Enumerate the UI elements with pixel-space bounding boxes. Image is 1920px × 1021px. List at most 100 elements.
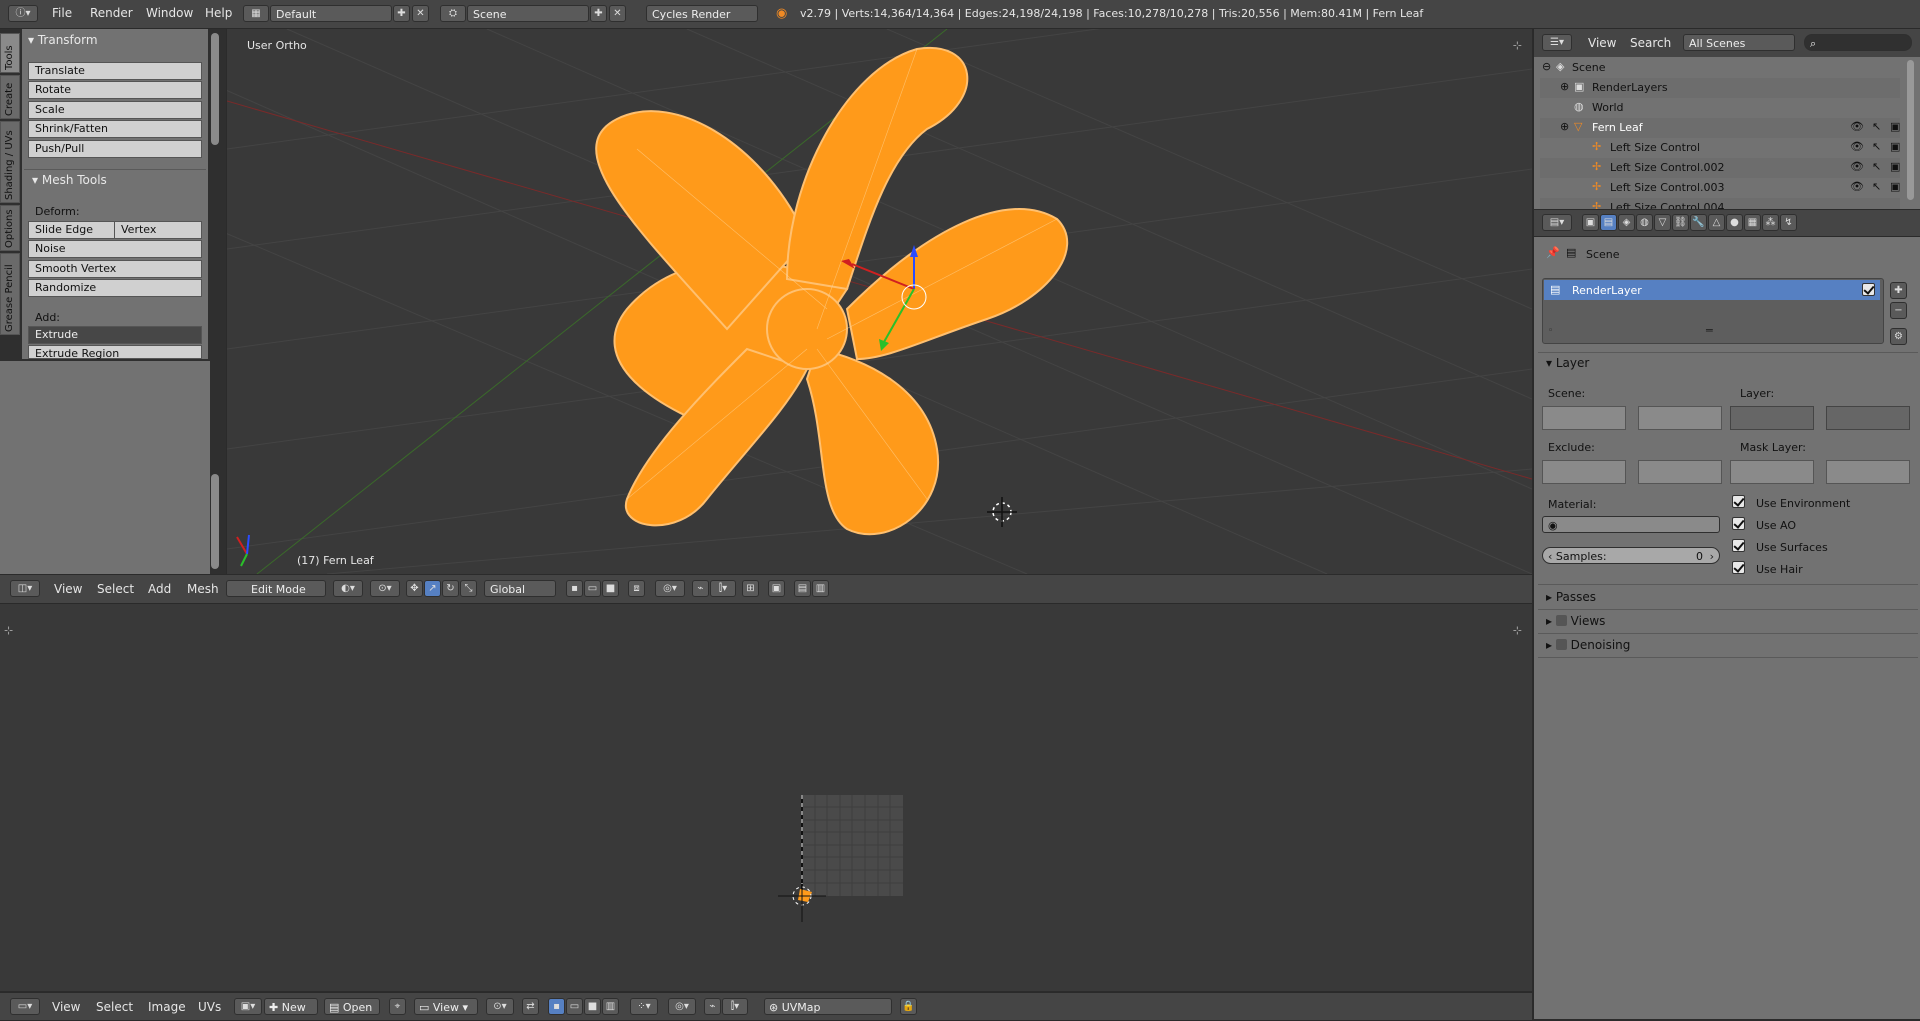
add-scene-icon[interactable]: ✚: [590, 5, 607, 22]
outliner-row-left-size-control[interactable]: ✢ Left Size Control 👁 ↖ ▣: [1540, 138, 1900, 158]
particles-tab-icon[interactable]: ⁂: [1762, 214, 1779, 231]
menu-select[interactable]: Select: [97, 582, 134, 596]
remove-layout-icon[interactable]: ✕: [412, 5, 429, 22]
outliner-row-renderlayers[interactable]: ⊕ ▣ RenderLayers: [1540, 78, 1900, 98]
use-environment-checkbox[interactable]: [1732, 495, 1745, 508]
tool-shelf-scrollbar-lower[interactable]: [211, 474, 219, 569]
browse-image-icon[interactable]: ▣▾: [234, 998, 262, 1015]
extrude-region-button[interactable]: Extrude Region: [28, 345, 202, 360]
render-layer-item[interactable]: ▤ RenderLayer: [1544, 280, 1880, 300]
use-hair-checkbox[interactable]: [1732, 561, 1745, 574]
open-image-button[interactable]: ▤ Open: [324, 998, 380, 1015]
mask-layer-grid[interactable]: [1730, 460, 1914, 484]
uvmap-field[interactable]: ⊛ UVMap: [764, 998, 892, 1015]
scene-layer-grid[interactable]: [1542, 406, 1726, 430]
use-surfaces-checkbox[interactable]: [1732, 539, 1745, 552]
uv-menu-image[interactable]: Image: [148, 1000, 186, 1014]
rotate-button[interactable]: Rotate: [28, 81, 202, 99]
menu-file[interactable]: File: [52, 6, 72, 20]
limit-selection-icon[interactable]: ⧈: [628, 580, 645, 597]
menu-render[interactable]: Render: [90, 6, 133, 20]
remove-scene-icon[interactable]: ✕: [609, 5, 626, 22]
eye-icon[interactable]: 👁: [1850, 160, 1864, 173]
editor-type-properties-icon[interactable]: ▤▾: [1542, 214, 1572, 231]
screen-layout-field[interactable]: Default: [270, 5, 392, 22]
expand-toggle-icon[interactable]: ⊕: [1560, 120, 1569, 133]
snap-element-icon[interactable]: ⫿▾: [710, 580, 736, 597]
outliner-menu-view[interactable]: View: [1588, 36, 1616, 50]
panel-title-mesh-tools[interactable]: ▾ Mesh Tools: [32, 173, 107, 187]
panel-passes[interactable]: ▸ Passes: [1546, 590, 1596, 604]
menu-add[interactable]: Add: [148, 582, 171, 596]
constraints-tab-icon[interactable]: ⛓: [1672, 214, 1689, 231]
render-camera-icon[interactable]: ▣: [1890, 140, 1900, 153]
slide-edge-button[interactable]: Slide Edge: [28, 221, 115, 239]
scene-icon[interactable]: ⛭: [440, 5, 466, 22]
menu-help[interactable]: Help: [205, 6, 232, 20]
panel-denoising[interactable]: ▸ Denoising: [1546, 638, 1630, 652]
render-viewport-icon[interactable]: ▥: [812, 580, 829, 597]
render-layers-tab-icon[interactable]: ▤: [1600, 214, 1617, 231]
add-render-layer-icon[interactable]: ✚: [1890, 282, 1907, 299]
menu-view[interactable]: View: [54, 582, 82, 596]
outliner-row-world[interactable]: ◍ World: [1540, 98, 1900, 118]
render-layer-enable-checkbox[interactable]: [1862, 283, 1875, 296]
face-select-icon[interactable]: ■: [602, 580, 619, 597]
eye-icon[interactable]: 👁: [1850, 120, 1864, 133]
render-layer-settings-icon[interactable]: ⚙: [1890, 328, 1907, 345]
uv-vertex-select-icon[interactable]: ▪: [548, 998, 565, 1015]
expand-toggle-icon[interactable]: ⊖: [1542, 60, 1551, 73]
extrude-dropdown[interactable]: Extrude: [28, 326, 202, 344]
smooth-vertex-button[interactable]: Smooth Vertex: [28, 260, 202, 278]
editor-type-outliner-icon[interactable]: ☰▾: [1542, 34, 1572, 51]
pivot-point-icon[interactable]: ⊙▾: [370, 580, 400, 597]
render-engine-select[interactable]: Cycles Render: [646, 5, 758, 22]
use-ao-checkbox[interactable]: [1732, 517, 1745, 530]
pin-icon[interactable]: 📌: [1546, 246, 1560, 259]
panel-title-transform[interactable]: ▾ Transform: [28, 33, 98, 47]
editor-type-3d-icon[interactable]: ◫▾: [10, 580, 40, 597]
uv-snap-element-icon[interactable]: ⫿▾: [722, 998, 748, 1015]
samples-field[interactable]: ‹ Samples: 0 ›: [1542, 547, 1720, 564]
vertex-slide-button[interactable]: Vertex: [114, 221, 202, 239]
3d-viewport[interactable]: User Ortho (17) Fern Leaf ⊹: [227, 29, 1532, 574]
opengl-render-icon[interactable]: ▣: [768, 580, 785, 597]
tool-shelf-scrollbar[interactable]: [211, 33, 219, 145]
panel-views[interactable]: ▸ Views: [1546, 614, 1605, 628]
outliner-display-select[interactable]: All Scenes: [1683, 34, 1795, 51]
add-layout-icon[interactable]: ✚: [393, 5, 410, 22]
outliner-row-fern-leaf[interactable]: ⊕ ▽ Fern Leaf 👁 ↖ ▣: [1540, 118, 1900, 138]
edge-select-icon[interactable]: ▭: [584, 580, 601, 597]
pin-image-icon[interactable]: ⌖: [389, 998, 406, 1015]
list-filter-icon[interactable]: ◦: [1548, 326, 1553, 336]
viewport-corner-plus-icon[interactable]: ⊹: [1513, 39, 1522, 52]
rotate-manipulator-icon[interactable]: ↻: [442, 580, 459, 597]
uv-proportional-icon[interactable]: ◎▾: [668, 998, 696, 1015]
outliner-row-scene[interactable]: ⊖ ◈ Scene: [1540, 58, 1900, 78]
editor-type-info-icon[interactable]: ⓘ▾: [8, 5, 38, 22]
outliner-scrollbar[interactable]: [1907, 60, 1914, 200]
outliner-row-left-size-control-002[interactable]: ✢ Left Size Control.002 👁 ↖ ▣: [1540, 158, 1900, 178]
render-animation-icon[interactable]: ▤: [794, 580, 811, 597]
data-tab-icon[interactable]: △: [1708, 214, 1725, 231]
menu-window[interactable]: Window: [146, 6, 193, 20]
snap-target-icon[interactable]: ⊞: [742, 580, 759, 597]
material-override-field[interactable]: ◉: [1542, 516, 1720, 533]
outliner-menu-search[interactable]: Search: [1630, 36, 1671, 50]
lock-icon[interactable]: 🔒: [900, 998, 917, 1015]
list-resize-handle[interactable]: ═: [1706, 324, 1713, 337]
panel-title-layer[interactable]: ▾ Layer: [1546, 356, 1589, 370]
render-camera-icon[interactable]: ▣: [1890, 180, 1900, 193]
noise-button[interactable]: Noise: [28, 240, 202, 258]
shading-mode-icon[interactable]: ◐▾: [333, 580, 363, 597]
menu-mesh[interactable]: Mesh: [187, 582, 219, 596]
render-camera-icon[interactable]: ▣: [1890, 160, 1900, 173]
view-mode-select[interactable]: ▭ View ▾: [414, 998, 478, 1015]
tab-options[interactable]: Options: [0, 205, 20, 251]
cursor-select-icon[interactable]: ↖: [1872, 140, 1881, 153]
scale-manipulator-icon[interactable]: ⤡: [460, 580, 477, 597]
outliner-row-left-size-control-004[interactable]: ✢ Left Size Control.004: [1540, 198, 1900, 209]
outliner-search-input[interactable]: ⌕: [1804, 34, 1912, 51]
mode-select[interactable]: Edit Mode: [226, 580, 326, 597]
randomize-button[interactable]: Randomize: [28, 279, 202, 297]
